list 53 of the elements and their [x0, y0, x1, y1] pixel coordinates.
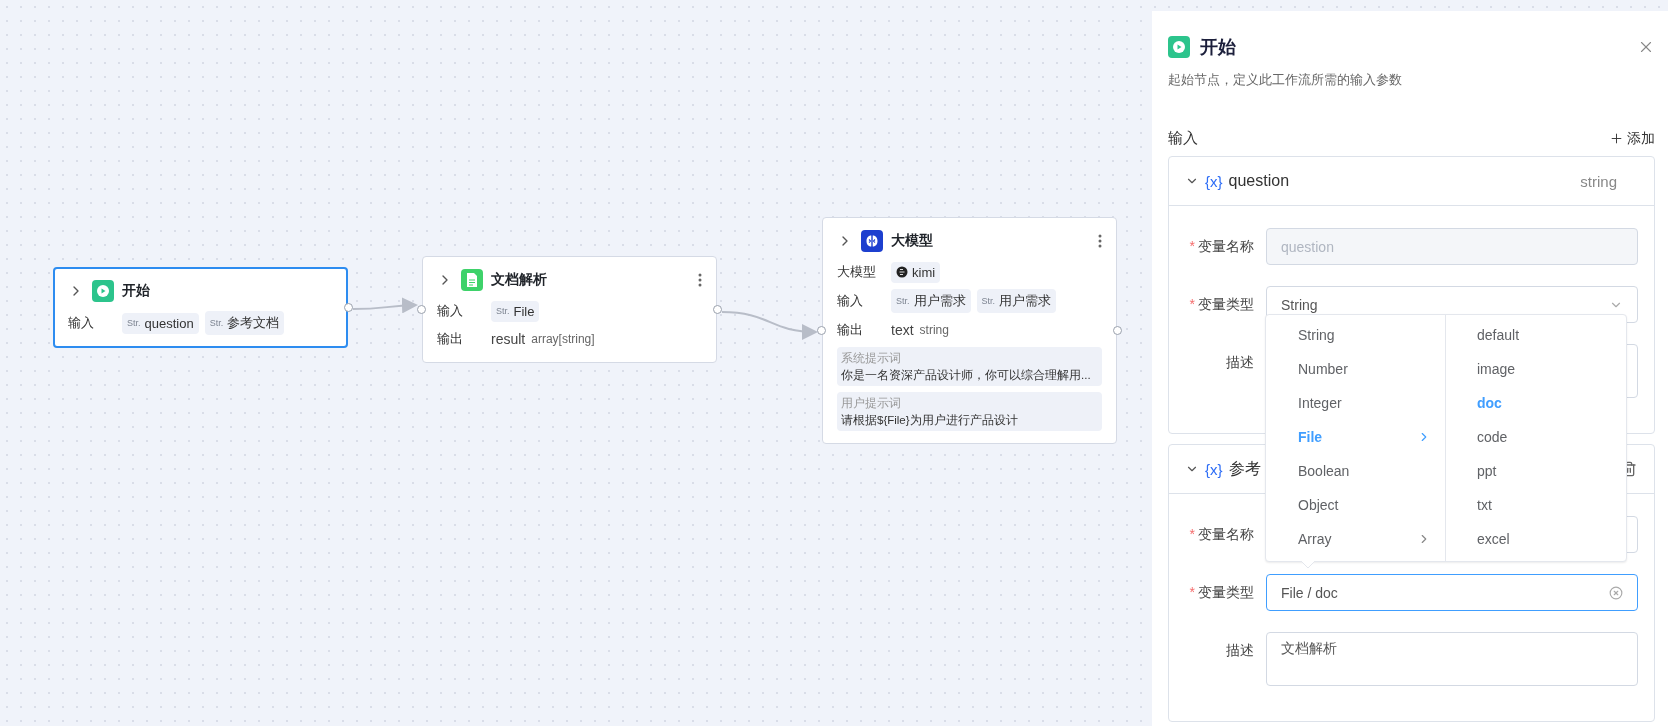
workflow-node[interactable]: 文档解析 输入 Str. File 输出 result array[string] [422, 256, 717, 363]
variable-tag: Str. File [491, 300, 540, 322]
field-label: 描述 [1225, 641, 1254, 660]
workflow-node[interactable]: 大模型 大模型 kimi 输入 Str. 用户需求 Str. 用户需求 输出 text string 系统提示词 你是一名资深产品设计师，你可以综合理解用... 用户提示词 请根据${File}为用户进行产品设计 [822, 217, 1117, 444]
model-tag: kimi [891, 261, 941, 283]
dropdown-option[interactable]: Boolean [1266, 454, 1445, 488]
add-button[interactable]: 添加 [1609, 129, 1655, 148]
row-label: 输入 [68, 314, 95, 332]
field-label: * 变量类型 [1188, 583, 1254, 602]
variable-tag: Str. 用户需求 [891, 289, 971, 313]
field-label: * 变量类型 [1188, 295, 1254, 314]
dropdown-option[interactable]: code [1446, 420, 1626, 454]
dropdown-option[interactable]: image [1446, 352, 1626, 386]
variable-tag: Str. question [122, 312, 199, 334]
output-name: result [491, 331, 526, 347]
prompt-text: 请根据${File}为用户进行产品设计 [841, 413, 1018, 428]
variable-tag: Str. 参考文档 [204, 311, 285, 335]
row-label: 输出 [837, 321, 864, 339]
output-type: array[string] [531, 332, 595, 346]
panel-title: 开始 [1200, 36, 1237, 59]
type-select[interactable]: File / doc [1266, 574, 1638, 611]
dropdown-option[interactable]: excel [1446, 522, 1626, 556]
output-name: text [891, 322, 914, 338]
variable-icon: {x} [1205, 460, 1223, 478]
dropdown-option[interactable]: Object [1266, 488, 1445, 522]
variable-type: string [1580, 172, 1617, 190]
workflow-node[interactable]: 开始 输入 Str. question Str. 参考文档 [53, 267, 348, 348]
row-label: 大模型 [837, 263, 877, 281]
variable-icon: {x} [1205, 172, 1223, 190]
node-title: 开始 [122, 282, 151, 300]
variable-tag: Str. 用户需求 [976, 289, 1057, 313]
dropdown-option[interactable]: Number [1266, 352, 1445, 386]
variable-name: 参考 [1228, 458, 1261, 479]
output-type: string [919, 323, 949, 337]
field-label: * 变量名称 [1188, 525, 1254, 544]
dropdown-option[interactable]: Array [1266, 522, 1445, 556]
prompt-text: 你是一名资深产品设计师，你可以综合理解用... [841, 368, 1091, 383]
row-label: 输出 [437, 330, 464, 348]
node-title: 大模型 [891, 232, 934, 250]
node-title: 文档解析 [491, 271, 548, 289]
panel-description: 起始节点，定义此工作流所需的输入参数 [1168, 71, 1403, 89]
field-label: 描述 [1225, 353, 1254, 372]
row-label: 输入 [437, 302, 464, 320]
field-label: * 变量名称 [1188, 237, 1254, 256]
dropdown-option[interactable]: Integer [1266, 386, 1445, 420]
row-label: 输入 [837, 292, 864, 310]
dropdown-option[interactable]: ppt [1446, 454, 1626, 488]
dropdown-option[interactable]: txt [1446, 488, 1626, 522]
description-input[interactable]: 文档解析 [1266, 632, 1638, 686]
prompt-label: 系统提示词 [841, 350, 902, 367]
section-title: 输入 [1168, 129, 1198, 148]
variable-name: question [1228, 172, 1290, 190]
prompt-label: 用户提示词 [841, 395, 902, 412]
